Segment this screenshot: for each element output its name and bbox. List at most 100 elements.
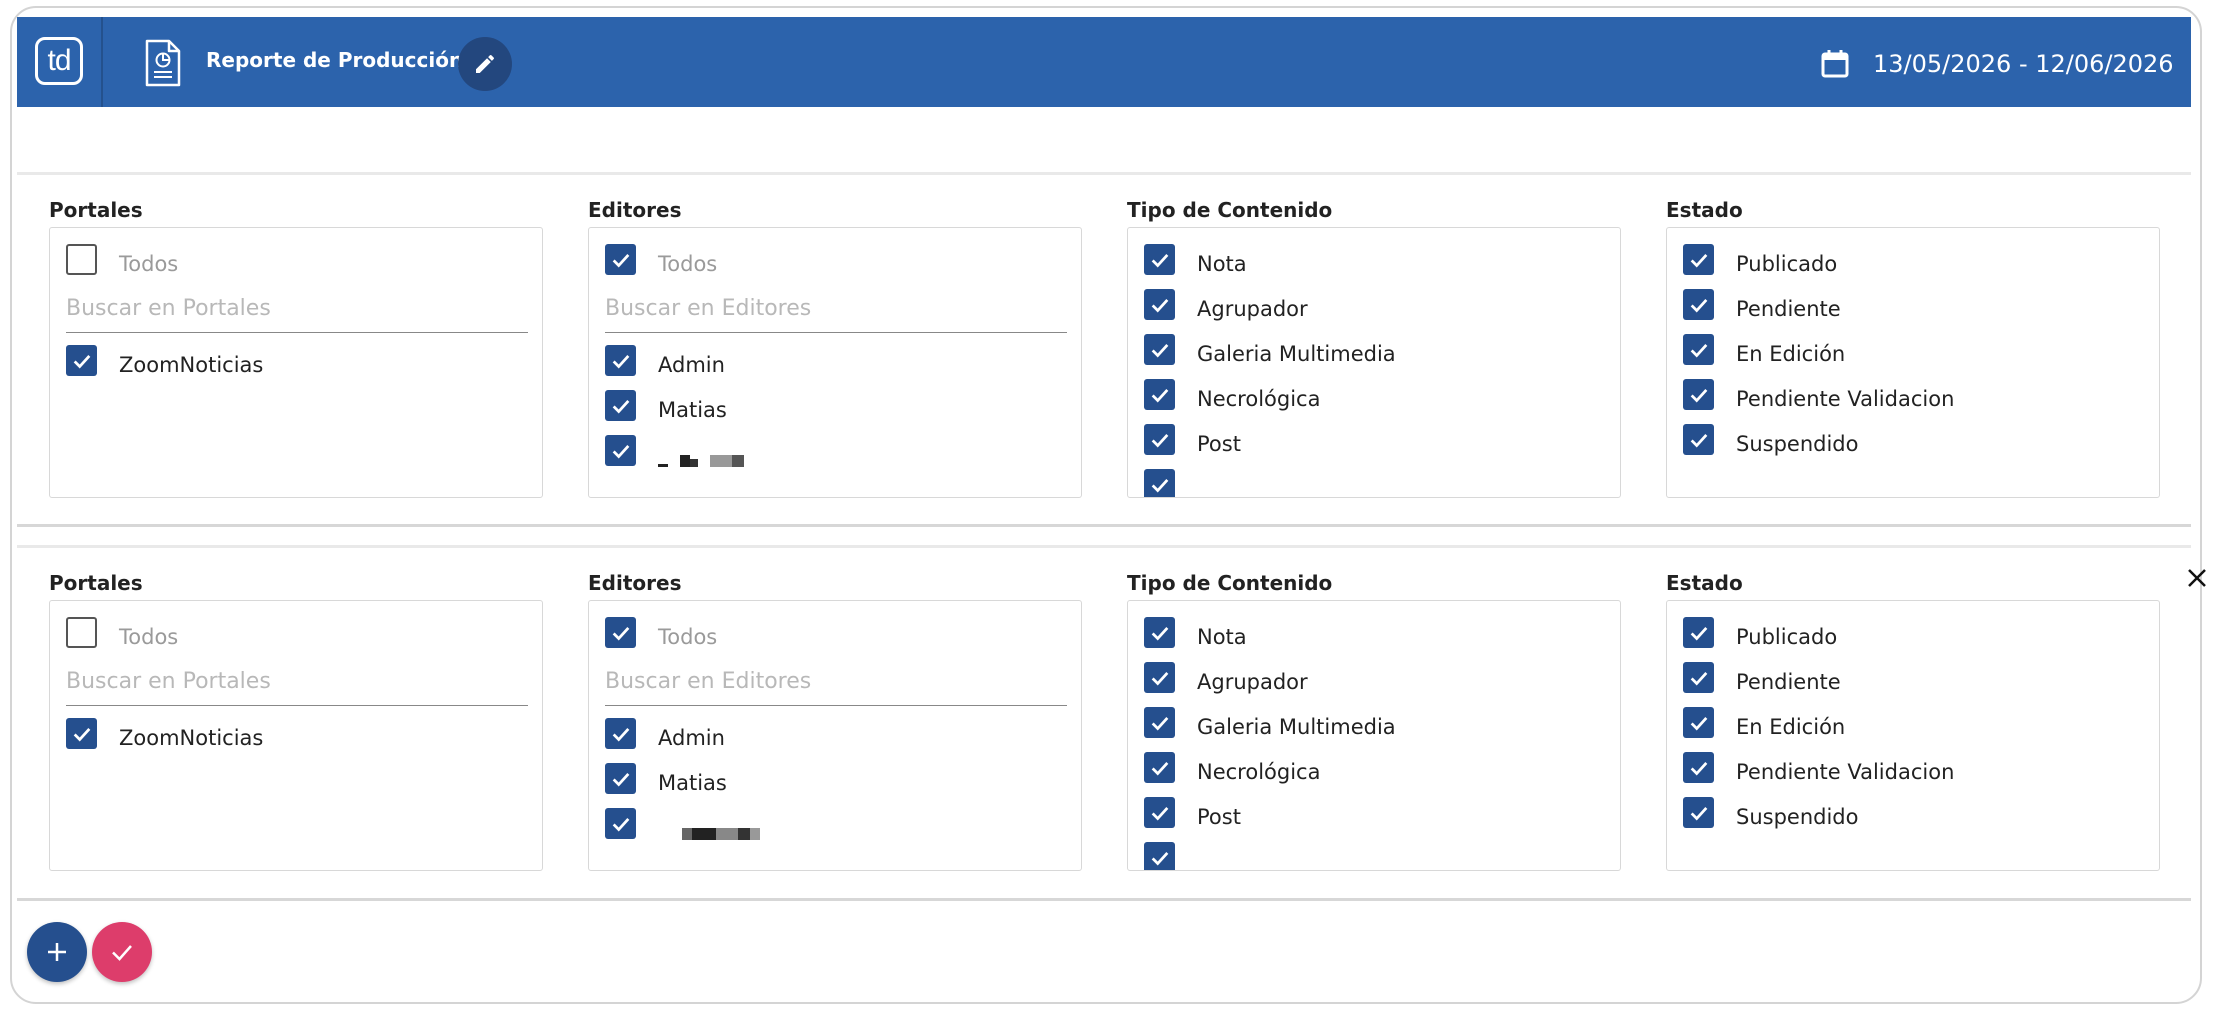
option-label: Necrológica	[1197, 760, 1321, 784]
check-icon	[73, 354, 90, 368]
checkbox-checked[interactable]	[1144, 334, 1175, 365]
checkbox-checked[interactable]	[1683, 244, 1714, 275]
portales-search-input[interactable]	[66, 662, 528, 706]
estado-option[interactable]: Publicado	[1683, 244, 2159, 289]
editores-todos-option[interactable]: Todos	[605, 617, 1081, 662]
estado-option[interactable]: Suspendido	[1683, 424, 2159, 469]
confirm-button[interactable]	[92, 922, 152, 982]
checkbox-checked[interactable]	[1144, 244, 1175, 275]
option-label: Nota	[1197, 252, 1247, 276]
editor-option[interactable]	[605, 808, 1081, 853]
date-range-picker[interactable]: 13/05/2026 - 12/06/2026	[1873, 50, 2174, 78]
tipo-option[interactable]: Nota	[1144, 244, 1620, 289]
estado-option[interactable]: Pendiente Validacion	[1683, 379, 2159, 424]
checkbox-checked[interactable]	[1144, 842, 1175, 870]
option-label: Galeria Multimedia	[1197, 715, 1396, 739]
portales-todos-option[interactable]: Todos	[66, 244, 542, 289]
editores-filter: Editores Todos Admin Matias	[588, 197, 1082, 498]
check-icon	[1151, 761, 1168, 775]
report-chart-icon	[145, 39, 181, 87]
estado-option[interactable]: Pendiente Validacion	[1683, 752, 2159, 797]
estado-option[interactable]: Publicado	[1683, 617, 2159, 662]
tipo-option[interactable]: Post	[1144, 797, 1620, 842]
portales-panel: Todos ZoomNoticias	[49, 600, 543, 871]
checkbox-checked[interactable]	[1144, 469, 1175, 497]
checkbox-unchecked[interactable]	[66, 617, 97, 648]
portal-option[interactable]: ZoomNoticias	[66, 345, 542, 390]
checkbox-checked[interactable]	[66, 345, 97, 376]
checkbox-checked[interactable]	[1683, 289, 1714, 320]
checkbox-checked[interactable]	[1144, 617, 1175, 648]
checkbox-checked[interactable]	[1683, 752, 1714, 783]
editor-option[interactable]: Admin	[605, 345, 1081, 390]
checkbox-checked[interactable]	[1144, 379, 1175, 410]
editores-todos-option[interactable]: Todos	[605, 244, 1081, 289]
editor-option[interactable]: Matias	[605, 390, 1081, 435]
checkbox-checked[interactable]	[66, 718, 97, 749]
checkbox-checked[interactable]	[1683, 424, 1714, 455]
calendar-icon[interactable]	[1820, 49, 1850, 79]
editores-search-input[interactable]	[605, 289, 1067, 333]
editores-search-input[interactable]	[605, 662, 1067, 706]
checkbox-checked[interactable]	[1683, 662, 1714, 693]
checkbox-checked[interactable]	[605, 617, 636, 648]
checkbox-checked[interactable]	[1144, 707, 1175, 738]
estado-option[interactable]: En Edición	[1683, 707, 2159, 752]
checkbox-checked[interactable]	[1144, 289, 1175, 320]
checkbox-checked[interactable]	[605, 345, 636, 376]
check-icon	[1151, 671, 1168, 685]
edit-title-button[interactable]	[458, 37, 512, 91]
checkbox-checked[interactable]	[605, 763, 636, 794]
check-icon	[1151, 851, 1168, 865]
check-icon	[1151, 626, 1168, 640]
estado-option[interactable]: Pendiente	[1683, 662, 2159, 707]
app-logo[interactable]: td	[35, 37, 83, 85]
checkbox-checked[interactable]	[605, 808, 636, 839]
checkbox-checked[interactable]	[1144, 752, 1175, 783]
tipo-option[interactable]: Post	[1144, 424, 1620, 469]
checkbox-checked[interactable]	[605, 435, 636, 466]
checkbox-checked[interactable]	[1683, 617, 1714, 648]
tipo-option[interactable]: Agrupador	[1144, 662, 1620, 707]
editor-option[interactable]	[605, 435, 1081, 480]
checkbox-checked[interactable]	[605, 244, 636, 275]
checkbox-checked[interactable]	[1144, 797, 1175, 828]
check-icon	[73, 727, 90, 741]
checkbox-checked[interactable]	[1683, 707, 1714, 738]
portales-title: Portales	[49, 571, 143, 595]
checkbox-checked[interactable]	[1683, 797, 1714, 828]
tipo-option[interactable]: Necrológica	[1144, 752, 1620, 797]
add-filter-button[interactable]	[27, 922, 87, 982]
checkbox-checked[interactable]	[1683, 334, 1714, 365]
estado-option[interactable]: En Edición	[1683, 334, 2159, 379]
redacted-name	[658, 455, 744, 467]
portal-option[interactable]: ZoomNoticias	[66, 718, 542, 763]
tipo-option-partial[interactable]	[1144, 469, 1620, 497]
checkbox-checked[interactable]	[605, 718, 636, 749]
checkbox-checked[interactable]	[605, 390, 636, 421]
estado-filter: Estado Publicado Pendiente En Edición Pe…	[1666, 197, 2160, 498]
tipo-option[interactable]: Galeria Multimedia	[1144, 707, 1620, 752]
checkbox-checked[interactable]	[1144, 424, 1175, 455]
checkbox-unchecked[interactable]	[66, 244, 97, 275]
check-icon	[1151, 298, 1168, 312]
option-label: Todos	[658, 252, 718, 276]
checkbox-checked[interactable]	[1683, 379, 1714, 410]
editor-option[interactable]: Matias	[605, 763, 1081, 808]
close-icon[interactable]	[2185, 566, 2209, 590]
check-icon	[612, 354, 629, 368]
editor-option[interactable]: Admin	[605, 718, 1081, 763]
tipo-option[interactable]: Necrológica	[1144, 379, 1620, 424]
tipo-option[interactable]: Agrupador	[1144, 289, 1620, 334]
tipo-option[interactable]: Nota	[1144, 617, 1620, 662]
estado-option[interactable]: Suspendido	[1683, 797, 2159, 842]
tipo-option[interactable]: Galeria Multimedia	[1144, 334, 1620, 379]
portales-todos-option[interactable]: Todos	[66, 617, 542, 662]
check-icon	[1151, 716, 1168, 730]
option-label: Pendiente	[1736, 670, 1841, 694]
estado-option[interactable]: Pendiente	[1683, 289, 2159, 334]
tipo-option-partial[interactable]	[1144, 842, 1620, 870]
portales-search-input[interactable]	[66, 289, 528, 333]
check-icon	[1690, 806, 1707, 820]
checkbox-checked[interactable]	[1144, 662, 1175, 693]
